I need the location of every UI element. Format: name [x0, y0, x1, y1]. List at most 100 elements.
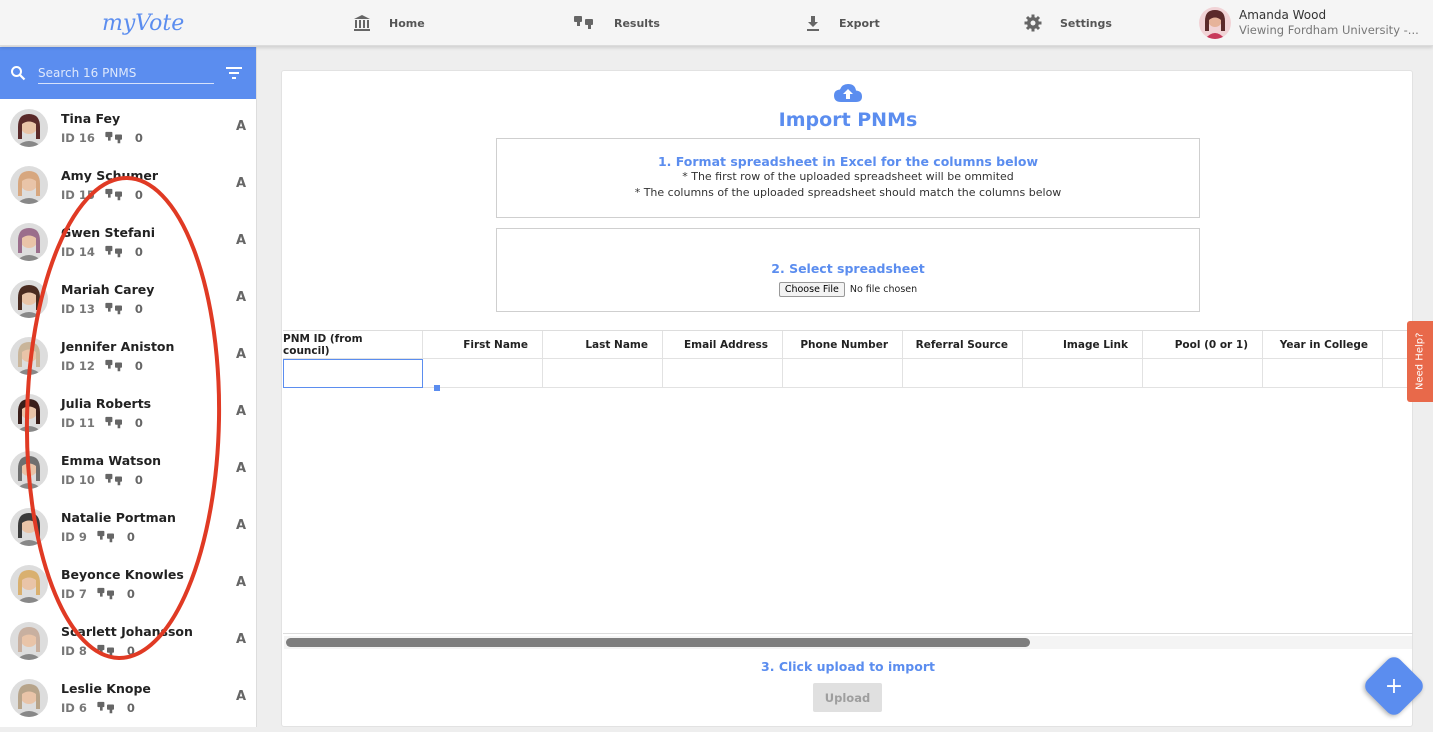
pnm-avatar: [10, 621, 48, 660]
plus-icon: +: [1384, 673, 1404, 699]
pnm-list-item[interactable]: Mariah Carey ID 13 0 A: [0, 270, 256, 327]
myvote-logo[interactable]: myVote: [100, 4, 186, 42]
grid-cell[interactable]: [1143, 359, 1263, 388]
pnm-grade: A: [235, 632, 246, 647]
pnm-id: ID 6: [61, 700, 87, 715]
choose-file-button[interactable]: Choose File: [778, 282, 845, 297]
column-header[interactable]: Last Name: [543, 331, 663, 359]
pnm-avatar: [10, 450, 48, 489]
pnm-grade: A: [235, 689, 246, 704]
nav-results[interactable]: Results: [574, 0, 660, 46]
column-header[interactable]: First Name: [423, 331, 543, 359]
pnm-id: ID 11: [61, 415, 95, 430]
spreadsheet-grid: PNM ID (from council) First Name Last Name…: [283, 330, 1413, 634]
pnm-vote-count: 0: [126, 529, 135, 544]
pnm-name: Mariah Carey: [61, 281, 155, 297]
pnm-vote-count: 0: [134, 244, 143, 259]
nav-home[interactable]: Home: [353, 0, 425, 46]
pnm-list-item[interactable]: Jennifer Aniston ID 12 0 A: [0, 327, 256, 384]
bank-icon: [354, 15, 370, 31]
pnm-grade: A: [235, 518, 246, 533]
column-header[interactable]: Year in College: [1263, 331, 1383, 359]
pnm-vote-count: 0: [134, 301, 143, 316]
grid-cell[interactable]: [783, 359, 903, 388]
pnm-grade: A: [235, 404, 246, 419]
pnm-list-item[interactable]: Scarlett Johansson ID 8 0 A: [0, 612, 256, 669]
pnm-avatar: [10, 279, 48, 318]
column-header[interactable]: Referral Source: [903, 331, 1023, 359]
download-icon: [807, 16, 819, 31]
pnm-list-item[interactable]: Leslie Knope ID 6 0 A: [0, 669, 256, 726]
pnm-grade: A: [235, 119, 246, 134]
column-header[interactable]: Image Link: [1023, 331, 1143, 359]
pnm-avatar: [10, 564, 48, 603]
step1-note-2: * The columns of the uploaded spreadshee…: [634, 186, 1062, 199]
user-avatar: [1199, 7, 1231, 39]
pnm-vote-count: 0: [134, 472, 143, 487]
pnm-name: Amy Schumer: [61, 167, 159, 183]
grid-cell[interactable]: [543, 359, 663, 388]
pnm-sidebar: Tina FeyID 160AAmy SchumerID 150AGwen St…: [0, 47, 257, 727]
pnm-name: Leslie Knope: [61, 680, 151, 696]
grid-cell[interactable]: [1023, 359, 1143, 388]
column-header[interactable]: PNM ID (from council): [283, 331, 423, 359]
pnm-list-item[interactable]: Gwen Stefani ID 14 0 A: [0, 213, 256, 270]
pnm-avatar: [10, 507, 48, 546]
pnm-vote-count: 0: [134, 415, 143, 430]
thumbs-down-icon: [105, 131, 122, 143]
add-fab-button[interactable]: +: [1361, 653, 1427, 719]
top-bar: myVote Home Results Export Settings Aman…: [0, 0, 1433, 46]
filter-icon[interactable]: [226, 67, 242, 79]
nav-home-label: Home: [389, 16, 425, 30]
thumbs-down-icon: [105, 188, 122, 200]
user-subtitle: Viewing Fordham University -...: [1239, 23, 1419, 37]
thumbs-down-icon: [97, 587, 114, 599]
selection-fill-handle[interactable]: [434, 385, 440, 391]
pnm-name: Tina Fey: [61, 110, 121, 126]
grid-cell[interactable]: [1263, 359, 1383, 388]
thumbs-down-icon: [97, 644, 114, 656]
file-status: No file chosen: [849, 284, 918, 295]
pnm-id: ID 14: [61, 244, 95, 259]
pnm-avatar: [10, 222, 48, 261]
search-icon[interactable]: [10, 65, 26, 81]
pnm-name: Beyonce Knowles: [61, 566, 184, 582]
step1-note-1: * The first row of the uploaded spreadsh…: [682, 170, 1014, 183]
pnm-id: ID 9: [61, 529, 87, 544]
pnm-list-item[interactable]: Julia Roberts ID 11 0 A: [0, 384, 256, 441]
pnm-id: ID 12: [61, 358, 95, 373]
pnm-name: Jennifer Aniston: [61, 338, 175, 354]
column-header[interactable]: Email Address: [663, 331, 783, 359]
user-menu[interactable]: Amanda Wood Viewing Fordham University -…: [1199, 4, 1429, 42]
horizontal-scrollbar[interactable]: [284, 636, 1412, 649]
grid-cell[interactable]: [283, 359, 423, 388]
grid-cell[interactable]: [903, 359, 1023, 388]
pnm-vote-count: 0: [126, 643, 135, 658]
pnm-id: ID 7: [61, 586, 87, 601]
pnm-vote-count: 0: [126, 586, 135, 601]
need-help-tab[interactable]: Need Help?: [1407, 321, 1433, 402]
pnm-list-item[interactable]: Natalie Portman ID 9 0 A: [0, 498, 256, 555]
search-input[interactable]: [38, 62, 214, 84]
nav-export[interactable]: Export: [805, 0, 880, 46]
pnm-list-item[interactable]: Amy Schumer ID 15 0 A: [0, 156, 256, 213]
grid-cell[interactable]: [423, 359, 543, 388]
scrollbar-thumb[interactable]: [286, 638, 1030, 647]
pnm-vote-count: 0: [134, 187, 143, 202]
nav-settings[interactable]: Settings: [1024, 0, 1112, 46]
pnm-name: Natalie Portman: [61, 509, 176, 525]
column-header[interactable]: Pool (0 or 1): [1143, 331, 1263, 359]
pnm-grade: A: [235, 575, 246, 590]
pnm-list-item[interactable]: Tina Fey ID 16 0 A: [0, 99, 256, 156]
file-picker: Choose File No file chosen: [778, 282, 918, 297]
step1-box: 1. Format spreadsheet in Excel for the c…: [496, 138, 1200, 218]
pnm-name: Emma Watson: [61, 452, 162, 468]
grid-cell[interactable]: [663, 359, 783, 388]
upload-button[interactable]: Upload: [813, 683, 882, 712]
cloud-upload-icon: [834, 84, 862, 102]
pnm-id: ID 13: [61, 301, 95, 316]
pnm-list-item[interactable]: Beyonce Knowles ID 7 0 A: [0, 555, 256, 612]
grid-header-row: PNM ID (from council) First Name Last Name…: [283, 331, 1413, 359]
column-header[interactable]: Phone Number: [783, 331, 903, 359]
pnm-list-item[interactable]: Emma Watson ID 10 0 A: [0, 441, 256, 498]
